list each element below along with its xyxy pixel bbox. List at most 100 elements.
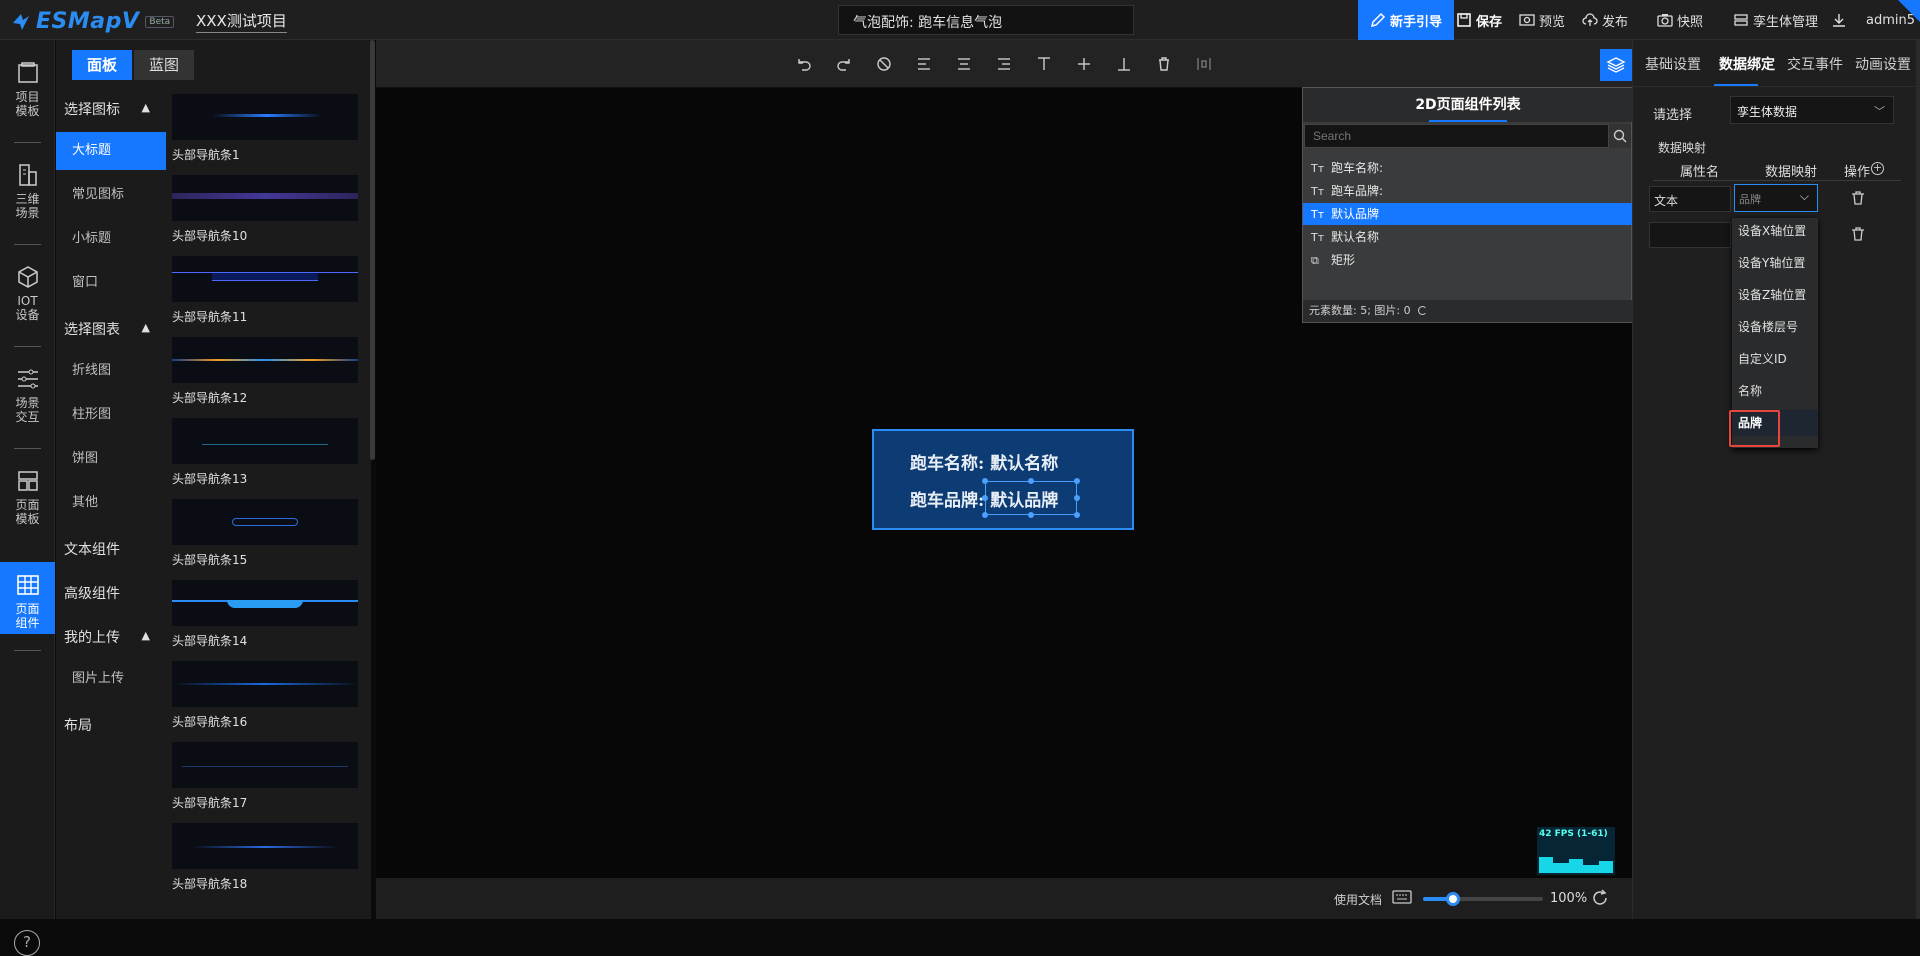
tab-basic-settings[interactable]: 基础设置 — [1645, 54, 1701, 74]
category-item-bar-chart[interactable]: 柱形图 — [56, 396, 166, 434]
help-icon[interactable]: ? — [14, 930, 40, 956]
zoom-slider-knob[interactable] — [1446, 892, 1460, 906]
undo-icon[interactable] — [794, 54, 814, 74]
category-item-small-title[interactable]: 小标题 — [56, 220, 166, 258]
category-item-other[interactable]: 其他 — [56, 484, 166, 522]
data-source-select[interactable]: 孪生体数据 ﹀ — [1730, 96, 1894, 124]
component-card[interactable]: 头部导航条10 — [172, 175, 358, 244]
layer-row[interactable]: Tт 默认名称 — [1303, 226, 1633, 248]
docs-link[interactable]: 使用文档 — [1334, 891, 1382, 908]
rail-item-3d-scene[interactable]: 三维 场景 — [0, 152, 55, 232]
resize-handle[interactable] — [1074, 495, 1080, 501]
add-row-icon[interactable]: + — [1871, 162, 1884, 175]
align-right-icon[interactable] — [994, 54, 1014, 74]
resize-handle[interactable] — [1074, 478, 1080, 484]
component-card[interactable]: 头部导航条13 — [172, 418, 358, 487]
page-selector[interactable]: 气泡配饰: 跑车信息气泡 — [838, 5, 1134, 35]
category-layout[interactable]: 布局 — [64, 715, 164, 735]
bubble-brand-label[interactable]: 跑车品牌: — [910, 491, 984, 511]
twin-manage-button[interactable]: 孪生体管理 — [1733, 0, 1818, 40]
redo-icon[interactable] — [834, 54, 854, 74]
resize-handle[interactable] — [1028, 478, 1034, 484]
trash-icon[interactable] — [1851, 226, 1865, 242]
component-card[interactable]: 头部导航条14 — [172, 580, 358, 649]
twin-manage-label: 孪生体管理 — [1753, 14, 1819, 30]
category-item-common-icon[interactable]: 常见图标 — [56, 176, 166, 214]
rail-item-page-template[interactable]: 页面 模板 — [0, 458, 55, 538]
category-select-icon[interactable]: 选择图标 ▲ — [64, 99, 164, 119]
align-middle-icon[interactable] — [1074, 54, 1094, 74]
download-button[interactable] — [1831, 0, 1847, 40]
keyboard-icon[interactable] — [1392, 889, 1412, 905]
refresh-icon[interactable] — [1590, 888, 1610, 908]
component-card[interactable]: 头部导航条17 — [172, 742, 358, 811]
project-name[interactable]: XXX测试项目 — [196, 10, 287, 33]
mapping-option[interactable]: 设备X轴位置 — [1732, 218, 1818, 244]
data-mapping-select[interactable]: 品牌 ⌵ — [1734, 184, 1818, 212]
tab-blueprint[interactable]: 蓝图 — [134, 50, 194, 80]
mapping-option[interactable]: 设备Z轴位置 — [1732, 282, 1818, 308]
mapping-option[interactable]: 名称 — [1732, 378, 1818, 404]
attr-name-input[interactable] — [1649, 222, 1731, 248]
attr-name-input[interactable]: 文本 — [1649, 186, 1731, 212]
bubble-name-value[interactable]: 默认名称 — [990, 454, 1058, 474]
component-list-scrollbar[interactable] — [370, 40, 375, 460]
mapping-option[interactable]: 设备楼层号 — [1732, 314, 1818, 340]
component-card[interactable]: 头部导航条12 — [172, 337, 358, 406]
component-card[interactable]: 头部导航条1 — [172, 94, 358, 163]
tab-panel[interactable]: 面板 — [72, 50, 132, 80]
layer-row[interactable]: ⧉ 矩形 — [1303, 249, 1633, 271]
align-bottom-icon[interactable] — [1114, 54, 1134, 74]
resize-handle[interactable] — [1074, 512, 1080, 518]
bubble-name-label[interactable]: 跑车名称: — [910, 454, 984, 474]
mapping-option[interactable]: 设备Y轴位置 — [1732, 250, 1818, 276]
layer-row[interactable]: Tт 跑车名称: — [1303, 157, 1633, 179]
rail-item-page-component[interactable]: 页面 组件 — [0, 562, 55, 634]
distribute-icon[interactable] — [1194, 54, 1214, 74]
layers-toggle-button[interactable] — [1600, 49, 1632, 81]
app-logo[interactable]: ESMapV Beta — [10, 9, 175, 34]
category-my-upload[interactable]: 我的上传 ▲ — [64, 627, 164, 647]
align-left-icon[interactable] — [914, 54, 934, 74]
zoom-slider[interactable] — [1423, 892, 1543, 906]
rail-item-scene-interaction[interactable]: 场景 交互 — [0, 356, 55, 436]
component-card[interactable]: 头部导航条18 — [172, 823, 358, 892]
component-card[interactable]: 头部导航条15 — [172, 499, 358, 568]
rail-item-iot-device[interactable]: IOT 设备 — [0, 254, 55, 334]
layer-search-input[interactable] — [1304, 124, 1609, 148]
component-card[interactable]: 头部导航条16 — [172, 661, 358, 730]
align-top-icon[interactable] — [1034, 54, 1054, 74]
clear-icon[interactable] — [874, 54, 894, 74]
tab-data-binding[interactable]: 数据绑定 — [1719, 54, 1775, 74]
resize-handle[interactable] — [982, 478, 988, 484]
trash-icon[interactable] — [1851, 190, 1865, 206]
guide-button[interactable]: 新手引导 — [1358, 0, 1454, 40]
category-select-chart[interactable]: 选择图表 ▲ — [64, 319, 164, 339]
snapshot-button[interactable]: 快照 — [1657, 0, 1703, 40]
category-item-big-title[interactable]: 大标题 — [56, 132, 166, 170]
resize-handle[interactable] — [982, 512, 988, 518]
save-button[interactable]: 保存 — [1456, 0, 1502, 40]
align-center-icon[interactable] — [954, 54, 974, 74]
component-card[interactable]: 头部导航条11 — [172, 256, 358, 325]
rail-item-project-template[interactable]: 项目 模板 — [0, 50, 55, 130]
publish-button[interactable]: 发布 — [1582, 0, 1628, 40]
category-item-pie-chart[interactable]: 饼图 — [56, 440, 166, 478]
delete-icon[interactable] — [1154, 54, 1174, 74]
category-text-component[interactable]: 文本组件 — [64, 539, 164, 559]
selection-box[interactable] — [982, 478, 1080, 518]
property-panel-scrollbar[interactable] — [1916, 40, 1920, 919]
resize-handle[interactable] — [1028, 512, 1034, 518]
layer-row-selected[interactable]: Tт 默认品牌 — [1303, 203, 1633, 225]
category-item-line-chart[interactable]: 折线图 — [56, 352, 166, 390]
preview-button[interactable]: 预览 — [1519, 0, 1565, 40]
layer-row[interactable]: Tт 跑车品牌: — [1303, 180, 1633, 202]
resize-handle[interactable] — [982, 495, 988, 501]
layer-search-button[interactable] — [1609, 124, 1631, 148]
category-advanced-component[interactable]: 高级组件 — [64, 583, 164, 603]
tab-interaction-events[interactable]: 交互事件 — [1787, 54, 1843, 74]
category-item-window[interactable]: 窗口 — [56, 264, 166, 302]
mapping-option[interactable]: 自定义ID — [1732, 346, 1818, 372]
tab-animation-settings[interactable]: 动画设置 — [1855, 54, 1911, 74]
category-item-image-upload[interactable]: 图片上传 — [56, 660, 166, 698]
